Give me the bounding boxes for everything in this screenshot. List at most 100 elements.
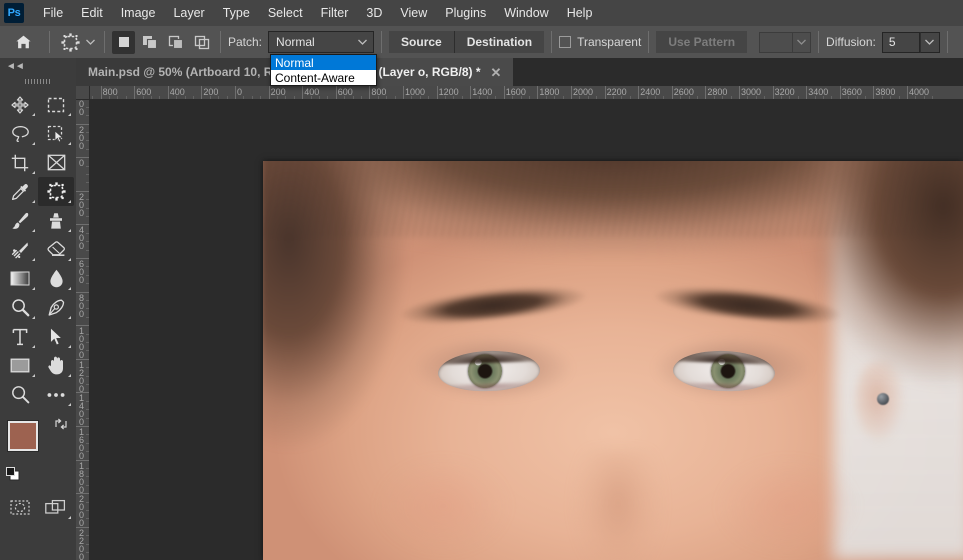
ruler-label: 1000 xyxy=(79,326,85,361)
upper-lash-line-right xyxy=(672,349,776,365)
ruler-minor-tick xyxy=(86,384,89,385)
vertical-ruler[interactable]: 400 2000 200 400 600 800 10001200140016001800 2… xyxy=(76,100,90,560)
ruler-label: 1800 xyxy=(539,87,560,97)
menu-item-image[interactable]: Image xyxy=(112,2,165,24)
options-separator-8 xyxy=(946,31,948,53)
diffusion-chevron-down-icon[interactable] xyxy=(919,31,940,53)
menu-item-help[interactable]: Help xyxy=(558,2,602,24)
quick-mask-tool[interactable] xyxy=(2,493,38,522)
ruler-minor-tick xyxy=(352,96,354,99)
destination-button[interactable]: Destination xyxy=(454,31,545,53)
ruler-label: 2000 xyxy=(573,87,594,97)
ruler-corner[interactable] xyxy=(76,86,90,100)
source-button[interactable]: Source xyxy=(389,31,455,53)
ruler-minor-tick xyxy=(655,96,656,99)
rectangular-marquee-tool[interactable] xyxy=(38,90,74,119)
zoom-tool[interactable] xyxy=(2,380,38,409)
options-separator-4 xyxy=(381,31,383,53)
ruler-minor-tick xyxy=(377,96,379,99)
ruler-minor-tick xyxy=(86,510,89,511)
use-pattern-button: Use Pattern xyxy=(656,31,748,53)
add-to-selection-button[interactable] xyxy=(138,31,161,54)
brush-tool[interactable] xyxy=(2,206,38,235)
ruler-minor-tick xyxy=(697,96,698,99)
dropdown-option-content-aware[interactable]: Content-Aware xyxy=(271,70,376,85)
menu-item-plugins[interactable]: Plugins xyxy=(436,2,495,24)
ruler-minor-tick xyxy=(92,96,94,99)
ruler-minor-tick xyxy=(86,165,89,167)
dropdown-option-normal[interactable]: Normal xyxy=(271,55,376,70)
tool-preset-picker[interactable] xyxy=(57,29,97,55)
ruler-minor-tick xyxy=(856,96,858,99)
transparent-checkbox[interactable] xyxy=(559,36,572,48)
rectangle-tool[interactable] xyxy=(2,351,38,380)
lasso-tool[interactable] xyxy=(2,119,38,148)
tools-panel-drag-handle-icon[interactable] xyxy=(0,74,76,88)
history-brush-tool[interactable] xyxy=(2,235,38,264)
ruler-minor-tick xyxy=(86,468,89,469)
home-icon xyxy=(15,35,31,49)
ruler-label: 1800 xyxy=(79,460,85,495)
horizontal-ruler[interactable]: 1000800600400200020040060080010001200140… xyxy=(90,86,963,100)
tools-panel-header[interactable]: ◄◄ xyxy=(0,58,76,74)
ruler-label: 3800 xyxy=(875,87,896,97)
menu-item-select[interactable]: Select xyxy=(259,2,312,24)
crop-tool[interactable] xyxy=(2,148,38,177)
path-selection-tool[interactable] xyxy=(38,322,74,351)
ruler-minor-tick xyxy=(86,115,89,117)
menu-item-edit[interactable]: Edit xyxy=(72,2,112,24)
new-selection-button[interactable] xyxy=(112,30,135,54)
default-colors-icon[interactable] xyxy=(6,467,20,481)
screen-mode-tool[interactable] xyxy=(38,493,74,522)
tool-preset-chevron-down-icon[interactable] xyxy=(83,30,97,54)
menu-item-3d[interactable]: 3D xyxy=(357,2,391,24)
patch-mode-select[interactable]: Normal xyxy=(268,31,375,53)
blur-tool[interactable] xyxy=(38,264,74,293)
object-selection-tool[interactable] xyxy=(38,119,74,148)
transparent-checkbox-row[interactable]: Transparent xyxy=(559,35,641,49)
foreground-color-swatch[interactable] xyxy=(7,420,39,452)
intersect-with-selection-button[interactable] xyxy=(190,31,213,54)
ruler-label: 1400 xyxy=(472,87,493,97)
double-chevron-left-icon[interactable]: ◄◄ xyxy=(6,61,25,72)
diffusion-input[interactable]: 5 xyxy=(881,31,920,53)
menu-item-file[interactable]: File xyxy=(34,2,72,24)
patch-mode-chevron-down-icon[interactable] xyxy=(353,32,371,52)
clone-stamp-tool[interactable] xyxy=(38,206,74,235)
ruler-minor-tick xyxy=(621,96,623,99)
menu-item-view[interactable]: View xyxy=(391,2,436,24)
gradient-tool[interactable] xyxy=(2,264,38,293)
document-image[interactable] xyxy=(263,161,963,560)
ruler-label: 1600 xyxy=(505,87,526,97)
swap-colors-icon[interactable] xyxy=(54,417,68,431)
options-separator-2 xyxy=(104,31,105,53)
canvas-area[interactable] xyxy=(90,100,963,560)
subtract-from-selection-button[interactable] xyxy=(164,31,187,54)
ruler-minor-tick xyxy=(646,96,648,99)
hand-tool[interactable] xyxy=(38,351,74,380)
dodge-tool[interactable] xyxy=(2,293,38,322)
ruler-minor-tick xyxy=(713,96,715,99)
frame-tool[interactable] xyxy=(38,148,74,177)
close-icon[interactable]: ✕ xyxy=(491,66,502,79)
move-tool[interactable] xyxy=(2,90,38,119)
ruler-minor-tick xyxy=(495,96,497,99)
eyedropper-tool[interactable] xyxy=(2,177,38,206)
menu-item-filter[interactable]: Filter xyxy=(312,2,358,24)
patch-mode-dropdown-menu[interactable]: Normal Content-Aware xyxy=(270,54,377,86)
menu-item-layer[interactable]: Layer xyxy=(164,2,213,24)
pen-tool[interactable] xyxy=(38,293,74,322)
patch-tool[interactable] xyxy=(38,177,74,206)
horizontal-type-tool[interactable] xyxy=(2,322,38,351)
menu-item-type[interactable]: Type xyxy=(214,2,259,24)
ruler-minor-tick xyxy=(86,132,89,133)
ruler-minor-tick xyxy=(86,283,89,285)
edit-toolbar-tool[interactable] xyxy=(38,380,74,409)
home-button[interactable] xyxy=(8,29,38,55)
menu-item-window[interactable]: Window xyxy=(495,2,557,24)
pattern-picker xyxy=(759,31,812,53)
ruler-minor-tick xyxy=(86,451,89,453)
ruler-minor-tick xyxy=(260,96,262,99)
eraser-tool[interactable] xyxy=(38,235,74,264)
ruler-minor-tick xyxy=(923,96,925,99)
